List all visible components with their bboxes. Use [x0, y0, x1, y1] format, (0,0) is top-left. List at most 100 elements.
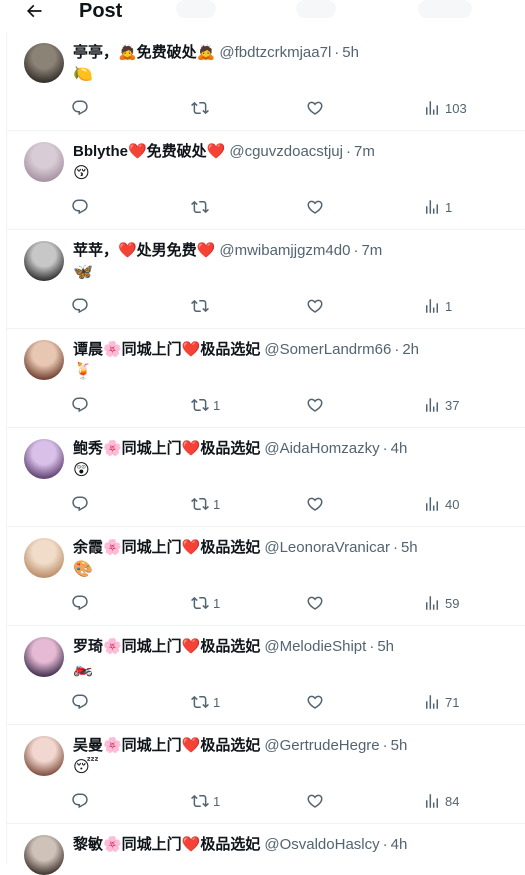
views-icon: [426, 695, 438, 709]
arrow-left-icon: [26, 4, 42, 18]
post-timestamp[interactable]: 5h: [401, 539, 418, 557]
reply-button[interactable]: [71, 395, 93, 415]
author-name[interactable]: 亭亭，🙇免费破处🙇: [73, 44, 215, 62]
avatar[interactable]: [24, 340, 64, 380]
author-name[interactable]: 黎敏🌸同城上门❤️极品选妃: [73, 836, 260, 854]
dot-separator: ·: [394, 341, 400, 358]
dot-separator: ·: [369, 638, 375, 655]
post-timestamp[interactable]: 4h: [391, 440, 408, 458]
views-count: 40: [445, 496, 460, 512]
post-item[interactable]: 谭晨🌸同城上门❤️极品选妃 @SomerLandrm66 · 2h 🍹 1 37: [7, 329, 525, 428]
reply-button[interactable]: [71, 494, 93, 514]
author-name[interactable]: 罗琦🌸同城上门❤️极品选妃: [73, 638, 260, 656]
post-item[interactable]: 亭亭，🙇免费破处🙇 @fbdtzcrkmjaa7l · 5h 🍋 103: [7, 32, 525, 131]
avatar[interactable]: [24, 637, 64, 677]
repost-button[interactable]: [191, 197, 213, 217]
views-icon: [426, 200, 438, 214]
author-name[interactable]: 吴曼🌸同城上门❤️极品选妃: [73, 737, 260, 755]
repost-button[interactable]: 1: [191, 593, 220, 613]
avatar[interactable]: [24, 142, 64, 182]
views-button[interactable]: 1: [423, 296, 452, 316]
repost-count: 1: [213, 595, 221, 611]
views-count: 1: [445, 199, 453, 215]
post-timestamp[interactable]: 5h: [342, 44, 359, 62]
post-body: 🎨: [73, 561, 93, 578]
author-handle[interactable]: @OsvaldoHaslcy: [264, 836, 379, 854]
back-button[interactable]: [22, 0, 46, 22]
author-handle[interactable]: @AidaHomzazky: [264, 440, 379, 458]
like-button[interactable]: [306, 296, 328, 316]
repost-button[interactable]: 1: [191, 692, 220, 712]
repost-button[interactable]: [191, 98, 213, 118]
post-header: 吴曼🌸同城上门❤️极品选妃 @GertrudeHegre · 5h: [73, 737, 518, 755]
repost-button[interactable]: 1: [191, 494, 220, 514]
author-name[interactable]: Bblythe❤️免费破处❤️: [73, 143, 225, 161]
post-actions: 1: [71, 296, 486, 316]
author-name[interactable]: 苹苹，❤️处男免费❤️: [73, 242, 215, 260]
author-handle[interactable]: @GertrudeHegre: [264, 737, 379, 755]
post-timestamp[interactable]: 7m: [361, 242, 382, 260]
like-button[interactable]: [306, 197, 328, 217]
post-timestamp[interactable]: 2h: [402, 341, 419, 359]
avatar[interactable]: [24, 538, 64, 578]
post-timestamp[interactable]: 5h: [391, 737, 408, 755]
like-button[interactable]: [306, 395, 328, 415]
like-button[interactable]: [306, 692, 328, 712]
heart-icon: [307, 497, 323, 511]
reply-icon: [72, 199, 88, 215]
repost-icon: [191, 794, 209, 808]
author-handle[interactable]: @LeonoraVranicar: [264, 539, 390, 557]
author-handle[interactable]: @SomerLandrm66: [264, 341, 391, 359]
views-button[interactable]: 103: [423, 98, 467, 118]
views-button[interactable]: 59: [423, 593, 459, 613]
like-button[interactable]: [306, 791, 328, 811]
views-button[interactable]: 71: [423, 692, 459, 712]
dot-separator: ·: [353, 242, 359, 259]
reply-button[interactable]: [71, 98, 93, 118]
repost-button[interactable]: [191, 296, 213, 316]
avatar[interactable]: [24, 835, 64, 875]
views-button[interactable]: 40: [423, 494, 459, 514]
reply-icon: [72, 694, 88, 710]
reply-button[interactable]: [71, 791, 93, 811]
post-item[interactable]: 黎敏🌸同城上门❤️极品选妃 @OsvaldoHaslcy · 4h: [7, 824, 525, 875]
post-actions: 1 37: [71, 395, 486, 415]
author-handle[interactable]: @MelodieShipt: [264, 638, 366, 656]
author-name[interactable]: 余霞🌸同城上门❤️极品选妃: [73, 539, 260, 557]
views-button[interactable]: 84: [423, 791, 459, 811]
author-name[interactable]: 谭晨🌸同城上门❤️极品选妃: [73, 341, 260, 359]
post-timestamp[interactable]: 5h: [377, 638, 394, 656]
heart-icon: [307, 398, 323, 412]
post-item[interactable]: 苹苹，❤️处男免费❤️ @mwibamjjgzm4d0 · 7m 🦋 1: [7, 230, 525, 329]
like-button[interactable]: [306, 494, 328, 514]
author-handle[interactable]: @mwibamjjgzm4d0: [219, 242, 350, 260]
views-button[interactable]: 1: [423, 197, 452, 217]
repost-button[interactable]: 1: [191, 791, 220, 811]
avatar[interactable]: [24, 241, 64, 281]
repost-icon: [191, 695, 209, 709]
like-button[interactable]: [306, 98, 328, 118]
like-button[interactable]: [306, 593, 328, 613]
reply-icon: [72, 397, 88, 413]
avatar[interactable]: [24, 439, 64, 479]
author-name[interactable]: 鲍秀🌸同城上门❤️极品选妃: [73, 440, 260, 458]
avatar[interactable]: [24, 43, 64, 83]
post-timestamp[interactable]: 7m: [354, 143, 375, 161]
repost-button[interactable]: 1: [191, 395, 220, 415]
post-timestamp[interactable]: 4h: [391, 836, 408, 854]
post-item[interactable]: 罗琦🌸同城上门❤️极品选妃 @MelodieShipt · 5h 🏍️ 1 71: [7, 626, 525, 725]
reply-button[interactable]: [71, 593, 93, 613]
post-item[interactable]: 余霞🌸同城上门❤️极品选妃 @LeonoraVranicar · 5h 🎨 1 …: [7, 527, 525, 626]
post-header: 黎敏🌸同城上门❤️极品选妃 @OsvaldoHaslcy · 4h: [73, 836, 518, 854]
author-handle[interactable]: @cguvzdoacstjuj: [229, 143, 343, 161]
repost-icon: [191, 101, 209, 115]
post-item[interactable]: Bblythe❤️免费破处❤️ @cguvzdoacstjuj · 7m 😚 1: [7, 131, 525, 230]
reply-button[interactable]: [71, 692, 93, 712]
post-item[interactable]: 吴曼🌸同城上门❤️极品选妃 @GertrudeHegre · 5h 😴 1 84: [7, 725, 525, 824]
author-handle[interactable]: @fbdtzcrkmjaa7l: [219, 44, 331, 62]
views-button[interactable]: 37: [423, 395, 459, 415]
reply-button[interactable]: [71, 296, 93, 316]
reply-button[interactable]: [71, 197, 93, 217]
avatar[interactable]: [24, 736, 64, 776]
post-item[interactable]: 鲍秀🌸同城上门❤️极品选妃 @AidaHomzazky · 4h 😲 1 40: [7, 428, 525, 527]
